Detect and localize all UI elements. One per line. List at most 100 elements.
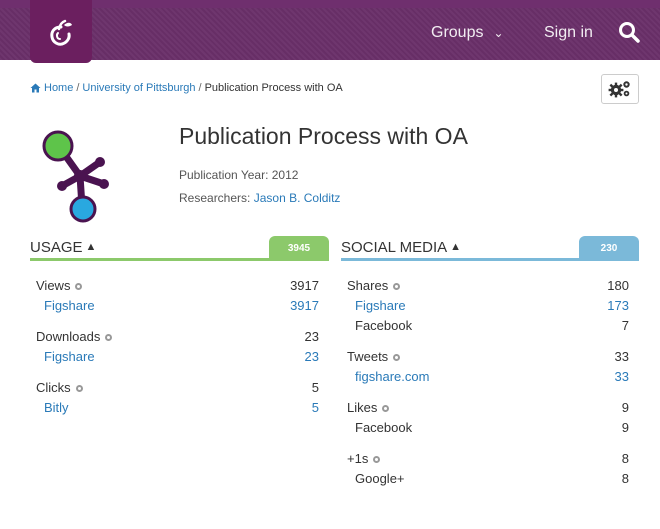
usage-header[interactable]: USAGE ▲ 3945 [30,235,329,261]
search-icon[interactable] [617,20,641,44]
info-icon[interactable] [373,456,381,463]
breadcrumb-home-link[interactable]: Home [44,82,73,94]
social-media-divider [341,258,639,261]
metric-source-label[interactable]: figshare.com [355,369,429,384]
metric-label-text: Shares [347,278,389,293]
metric-value: 3917 [290,278,319,293]
info-icon[interactable] [105,334,113,341]
metric-source-label[interactable]: Figshare [44,298,95,313]
publication-year: Publication Year: 2012 [179,168,299,182]
breadcrumb-current: Publication Process with OA [204,82,343,94]
metric-label: Tweets [347,349,401,364]
metric-source-value[interactable]: 5 [312,400,319,415]
social-media-header[interactable]: SOCIAL MEDIA ▲ 230 [341,235,639,261]
researcher-link[interactable]: Jason B. Colditz [254,191,341,205]
site-logo[interactable] [30,0,92,63]
sign-in-link[interactable]: Sign in [544,24,593,42]
metric-row: Tweets 33 [341,346,639,366]
metric-row: Shares 180 [341,275,639,295]
metric-label-text: Downloads [36,329,101,344]
metric-source-value[interactable]: 3917 [290,298,319,313]
metric-label-text: Tweets [347,349,389,364]
metric-source-row[interactable]: figshare.com 33 [341,366,639,386]
breadcrumb-separator: / [198,82,202,94]
metric-source-label[interactable]: Figshare [44,349,95,364]
metric-source-value[interactable]: 173 [607,298,629,313]
metric-source-label: Facebook [355,318,413,333]
metric-source-value: 9 [621,420,629,435]
chevron-down-icon: ⌄ [493,26,504,40]
groups-dropdown[interactable]: Groups ⌄ [431,24,504,42]
usage-total-badge: 3945 [269,236,329,260]
navbar-top-stripe [0,0,660,8]
metric-source-row: Facebook 7 [341,315,639,335]
social-media-total-badge: 230 [579,236,639,260]
metric-value: 33 [614,349,629,364]
chevron-up-icon: ▲ [85,241,97,253]
metric-source-row: Facebook 9 [341,417,639,437]
metric-source-row[interactable]: Figshare 173 [341,295,639,315]
page-title: Publication Process with OA [179,123,468,149]
metric-label-text: Clicks [36,380,71,395]
metric-value: 9 [621,400,629,415]
usage-title: USAGE ▲ [30,239,96,256]
metric-source-label[interactable]: Bitly [44,400,69,415]
artifact-type-icon [42,130,109,223]
info-icon[interactable] [382,405,390,412]
researchers-label: Researchers: [179,191,251,205]
info-icon[interactable] [393,283,401,290]
breadcrumb-institution-link[interactable]: University of Pittsburgh [82,82,195,94]
fruit-logo-icon [50,19,72,46]
metric-source-value: 7 [621,318,629,333]
breadcrumb-separator: / [76,82,80,94]
settings-button[interactable] [601,74,639,104]
metric-label: +1s [347,451,381,466]
metric-label: Clicks [36,380,83,395]
metric-label-text: Views [36,278,71,293]
metric-label-text: +1s [347,451,369,466]
metric-source-label: Facebook [355,420,413,435]
metric-source-value[interactable]: 33 [615,369,629,384]
social-media-section: SOCIAL MEDIA ▲ 230 Shares 180 Figshare 173 Fa… [341,235,639,488]
metric-row: Downloads 23 [30,326,329,346]
metric-row: Clicks 5 [30,377,329,397]
metric-value: 5 [311,380,319,395]
metric-value: 180 [607,278,629,293]
metric-value: 8 [621,451,629,466]
info-icon[interactable] [75,385,83,392]
metric-source-value: 8 [621,471,629,486]
usage-divider [30,258,329,261]
metric-source-row[interactable]: Figshare 23 [30,346,329,366]
social-media-title-text: SOCIAL MEDIA [341,239,448,256]
metric-source-row: Google+ 8 [341,468,639,488]
metric-label: Shares [347,278,401,293]
info-icon[interactable] [393,354,401,361]
metric-label: Likes [347,400,390,415]
social-media-rows: Shares 180 Figshare 173 Facebook 7 Tweets 33 fig… [341,275,639,488]
home-icon [30,83,41,93]
metric-source-label[interactable]: Figshare [355,298,406,313]
metric-source-row[interactable]: Figshare 3917 [30,295,329,315]
chevron-up-icon: ▲ [450,241,462,253]
usage-rows: Views 3917 Figshare 3917 Downloads 23 Figshare… [30,275,329,417]
info-icon[interactable] [75,283,83,290]
metric-row: Likes 9 [341,397,639,417]
metric-label: Views [36,278,83,293]
researchers-line: Researchers: Jason B. Colditz [179,191,340,205]
metric-source-label: Google+ [355,471,405,486]
gears-icon [608,81,630,98]
metric-source-value[interactable]: 23 [305,349,319,364]
usage-title-text: USAGE [30,239,83,256]
metric-row: Views 3917 [30,275,329,295]
metric-label-text: Likes [347,400,378,415]
social-media-title: SOCIAL MEDIA ▲ [341,239,461,256]
metric-value: 23 [304,329,319,344]
metric-source-row[interactable]: Bitly 5 [30,397,329,417]
groups-label: Groups [431,24,484,41]
metric-row: +1s 8 [341,448,639,468]
